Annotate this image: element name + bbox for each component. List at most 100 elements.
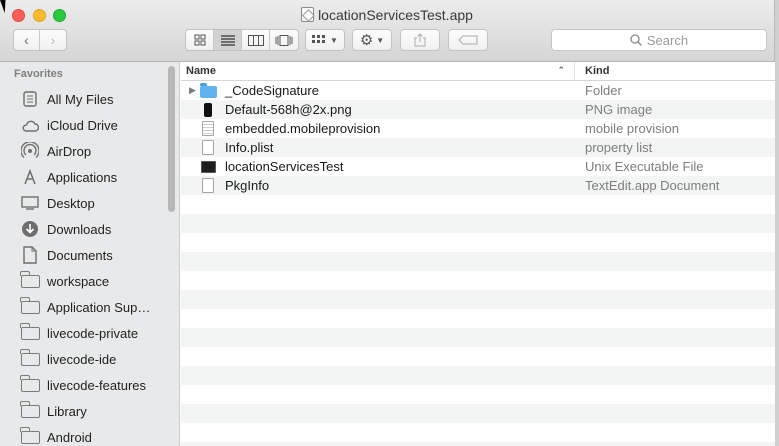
file-list: Name ⌃ Kind ▶ _CodeSignature Folder Default… [181,62,775,446]
name-column-header[interactable]: Name ⌃ [181,62,575,80]
png-image-icon [199,102,217,118]
folder-icon [20,400,40,420]
empty-row [181,347,775,366]
window-title-text: locationServicesTest.app [318,7,473,23]
empty-row [181,404,775,423]
folder-icon [20,270,40,290]
empty-row [181,423,775,442]
sidebar-item-label: Android [47,429,92,445]
file-name: locationServicesTest [225,159,344,174]
sidebar-item-label: workspace [47,273,110,289]
sidebar-item-label: Applications [47,169,118,185]
finder-window: locationServicesTest.app ‹ › ▼ ⚙ ▼ Searc… [0,0,775,446]
icon-view-button[interactable] [186,30,214,50]
documents-icon [20,246,40,264]
all-files-icon [20,90,40,108]
folder-icon [20,426,40,446]
file-kind: Folder [585,83,622,98]
file-name: PkgInfo [225,178,270,193]
file-name: _CodeSignature [225,83,319,98]
title-bar: locationServicesTest.app ‹ › ▼ ⚙ ▼ Searc… [0,0,774,62]
empty-row [181,328,775,347]
file-row[interactable]: locationServicesTest Unix Executable File [181,157,775,176]
sidebar-item-icloud-drive[interactable]: iCloud Drive [0,112,179,138]
file-row[interactable]: ▶ _CodeSignature Folder [181,81,775,100]
empty-row [181,195,775,214]
disclosure-triangle-icon[interactable]: ▶ [181,85,199,96]
folder-icon [20,348,40,368]
kind-column-label: Kind [585,65,610,77]
column-view-icon [247,34,264,46]
file-row[interactable]: PkgInfo TextEdit.app Document [181,176,775,195]
icon-view-icon [194,34,205,46]
sidebar-item-documents[interactable]: Documents [0,242,179,268]
folder-icon [20,374,40,394]
empty-row [181,309,775,328]
sidebar-item-livecode-private[interactable]: livecode-private [0,320,179,346]
empty-row [181,442,775,446]
folder-icon [20,322,40,342]
file-row[interactable]: Info.plist property list [181,138,775,157]
sidebar-section-title: Favorites [14,68,63,80]
sidebar-item-label: iCloud Drive [47,117,118,133]
chevron-right-icon: › [50,32,56,48]
tags-button[interactable] [448,29,488,51]
share-button[interactable] [400,29,440,51]
share-icon [414,33,426,47]
file-kind: property list [585,140,653,155]
view-mode-segment [185,29,299,51]
sidebar-item-library[interactable]: Library [0,398,179,424]
tag-icon [458,35,478,45]
folder-icon [199,82,217,99]
cloud-icon [20,116,40,134]
empty-row [181,271,775,290]
sidebar-item-livecode-features[interactable]: livecode-features [0,372,179,398]
sidebar-item-label: livecode-private [47,325,139,341]
sidebar-item-livecode-ide[interactable]: livecode-ide [0,346,179,372]
chevron-down-icon: ▼ [376,35,385,45]
empty-row [181,385,775,404]
cover-flow-button[interactable] [270,30,298,50]
applications-icon [20,168,40,186]
sort-ascending-icon: ⌃ [557,65,565,75]
file-kind: TextEdit.app Document [585,178,720,193]
column-view-button[interactable] [242,30,270,50]
action-button[interactable]: ⚙ ▼ [352,29,392,51]
search-icon [630,34,642,46]
list-view-icon [220,34,235,46]
provision-file-icon [199,121,217,137]
arrange-button[interactable]: ▼ [305,29,345,51]
executable-icon [199,159,217,175]
navigation-buttons: ‹ › [13,29,67,51]
file-row[interactable]: Default-568h@2x.png PNG image [181,100,775,119]
sidebar-item-label: Application Sup… [47,299,151,315]
sidebar-item-airdrop[interactable]: AirDrop [0,138,179,164]
downloads-icon [20,220,40,238]
sidebar-item-desktop[interactable]: Desktop [0,190,179,216]
list-view-button[interactable] [214,30,242,50]
sidebar-item-label: livecode-ide [47,351,117,367]
sidebar-item-workspace[interactable]: workspace [0,268,179,294]
sidebar-scrollbar[interactable] [168,66,175,212]
search-field[interactable]: Search [551,29,767,51]
file-row[interactable]: embedded.mobileprovision mobile provision [181,119,775,138]
sidebar-item-label: Library [47,403,87,419]
file-kind: Unix Executable File [585,159,704,174]
name-column-label: Name [186,65,216,77]
sidebar-item-label: Downloads [47,221,112,237]
sidebar-item-android[interactable]: Android [0,424,179,446]
folder-icon [20,296,40,316]
gear-icon: ⚙ [359,32,374,49]
sidebar-item-downloads[interactable]: Downloads [0,216,179,242]
sidebar-item-applications[interactable]: Applications [0,164,179,190]
empty-row [181,366,775,385]
sidebar-item-all-my-files[interactable]: All My Files [0,86,179,112]
kind-column-header[interactable]: Kind [575,65,609,77]
sidebar-item-application-sup[interactable]: Application Sup… [0,294,179,320]
file-name: embedded.mobileprovision [225,121,381,136]
sidebar: Favorites All My Files iCloud Drive AirDro… [0,62,180,446]
search-placeholder: Search [646,32,689,48]
window-title: locationServicesTest.app [0,7,774,23]
back-button[interactable]: ‹ [14,30,40,50]
forward-button[interactable]: › [40,30,66,50]
